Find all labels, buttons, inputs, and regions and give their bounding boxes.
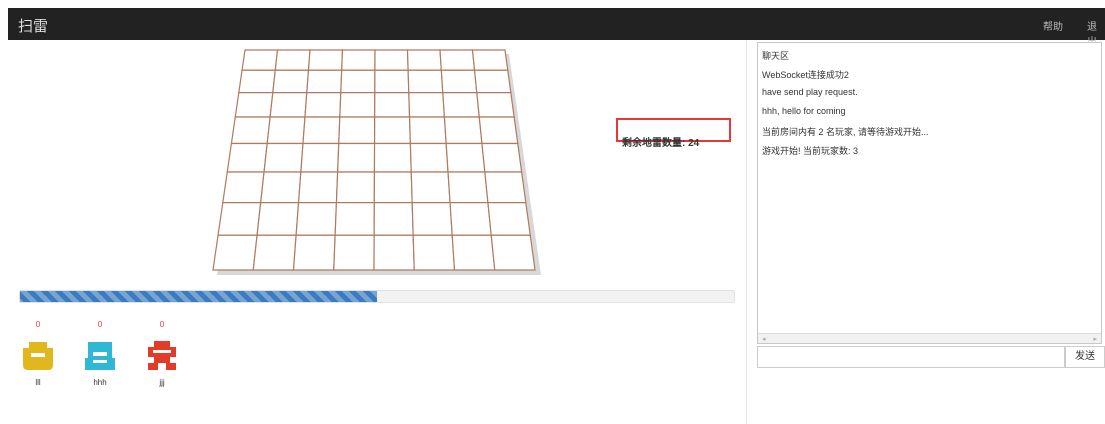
board-cell[interactable]	[445, 142, 486, 173]
board-cell[interactable]	[302, 116, 341, 145]
chat-panel: 聊天区 WebSocket连接成功2 have send play reques…	[757, 42, 1102, 344]
board-cell[interactable]	[476, 92, 515, 118]
board-cell[interactable]	[443, 116, 483, 145]
chat-horizontal-scrollbar[interactable]: ◂ ▸	[758, 333, 1101, 343]
chat-message: 游戏开始! 当前玩家数: 3	[762, 146, 859, 156]
board-cell[interactable]	[374, 69, 410, 94]
player-card-hhh: 0 hhh	[80, 320, 120, 387]
scroll-right-arrow-icon[interactable]: ▸	[1093, 335, 1097, 343]
board-cell[interactable]	[260, 171, 302, 204]
mines-remaining-box: 剩余地雷数量: 24	[616, 118, 731, 149]
board-cell[interactable]	[226, 142, 268, 173]
nav-help-link[interactable]: 帮助	[1043, 18, 1063, 33]
player-card-jjj: 0 jjj	[142, 320, 182, 387]
board-cell[interactable]	[234, 92, 274, 118]
player-name: lll	[35, 378, 41, 387]
board-cell[interactable]	[484, 171, 527, 204]
chat-message-input[interactable]	[757, 346, 1065, 368]
board-cell[interactable]	[266, 116, 306, 145]
board-cell[interactable]	[212, 234, 258, 271]
board-cell[interactable]	[451, 234, 496, 271]
board-cell[interactable]	[256, 202, 300, 236]
board-cell[interactable]	[473, 69, 512, 94]
board-cell[interactable]	[304, 92, 342, 118]
board-cell[interactable]	[335, 171, 376, 204]
board-cell[interactable]	[442, 92, 480, 118]
board-cell[interactable]	[340, 69, 376, 94]
board-cell[interactable]	[241, 49, 279, 71]
board-cell[interactable]	[307, 49, 344, 71]
chat-message: WebSocket连接成功2	[762, 70, 849, 80]
board-cell[interactable]	[408, 92, 446, 118]
board-cell[interactable]	[406, 49, 442, 71]
board-cell[interactable]	[373, 171, 413, 204]
minesweeper-board	[205, 42, 550, 287]
mines-remaining-label: 剩余地雷数量: 24	[622, 138, 700, 149]
board-cell[interactable]	[490, 234, 536, 271]
player-avatar-icon	[85, 342, 115, 370]
board-svg[interactable]	[205, 42, 550, 282]
player-score: 0	[97, 320, 103, 329]
player-score: 0	[159, 320, 165, 329]
board-cell[interactable]	[447, 171, 489, 204]
chat-message: have send play request.	[762, 87, 858, 97]
board-cell[interactable]	[341, 49, 376, 71]
board-cell[interactable]	[217, 202, 262, 236]
board-cell[interactable]	[373, 116, 411, 145]
board-cell[interactable]	[252, 234, 297, 271]
board-cell[interactable]	[269, 92, 308, 118]
board-cell[interactable]	[478, 116, 519, 145]
player-score: 0	[35, 320, 41, 329]
chat-message: 聊天区	[762, 51, 790, 61]
player-avatar-icon	[23, 342, 53, 370]
player-avatar-icon	[148, 341, 176, 370]
board-cell[interactable]	[230, 116, 271, 145]
board-cell[interactable]	[295, 202, 338, 236]
board-cell[interactable]	[373, 234, 415, 271]
board-cell[interactable]	[297, 171, 339, 204]
board-cell[interactable]	[408, 116, 447, 145]
player-name: hhh	[93, 378, 107, 387]
board-cell[interactable]	[274, 49, 311, 71]
board-cell[interactable]	[449, 202, 492, 236]
board-cell[interactable]	[373, 142, 412, 173]
board-cell[interactable]	[411, 202, 453, 236]
progress-fill	[20, 291, 377, 302]
board-cell[interactable]	[272, 69, 310, 94]
board-cell[interactable]	[339, 92, 376, 118]
scroll-left-arrow-icon[interactable]: ◂	[762, 335, 766, 343]
board-cell[interactable]	[410, 171, 451, 204]
board-cell[interactable]	[439, 49, 476, 71]
board-cell[interactable]	[300, 142, 340, 173]
board-cell[interactable]	[337, 142, 376, 173]
board-cell[interactable]	[306, 69, 343, 94]
board-cell[interactable]	[407, 69, 444, 94]
board-cell[interactable]	[412, 234, 456, 271]
board-cell[interactable]	[238, 69, 276, 94]
player-card-lll: 0 lll	[18, 320, 58, 387]
board-cell[interactable]	[471, 49, 509, 71]
game-progress-bar	[19, 290, 735, 303]
chat-message: hhh, hello for coming	[762, 106, 846, 116]
board-cell[interactable]	[373, 202, 414, 236]
board-cell[interactable]	[338, 116, 376, 145]
send-button[interactable]: 发送	[1065, 346, 1105, 368]
board-cell[interactable]	[292, 234, 336, 271]
board-cell[interactable]	[409, 142, 449, 173]
board-cell[interactable]	[487, 202, 531, 236]
board-cell[interactable]	[334, 202, 375, 236]
board-cell[interactable]	[440, 69, 478, 94]
board-cell[interactable]	[374, 92, 411, 118]
top-navbar: 扫雷 帮助 退出	[8, 8, 1105, 48]
board-cell[interactable]	[374, 49, 409, 71]
brand-title[interactable]: 扫雷	[18, 15, 48, 36]
chat-message: 当前房间内有 2 名玩家, 请等待游戏开始...	[762, 127, 929, 137]
board-cell[interactable]	[333, 234, 375, 271]
board-cell[interactable]	[481, 142, 523, 173]
player-name: jjj	[159, 378, 165, 387]
board-cell[interactable]	[222, 171, 265, 204]
board-cell[interactable]	[263, 142, 304, 173]
